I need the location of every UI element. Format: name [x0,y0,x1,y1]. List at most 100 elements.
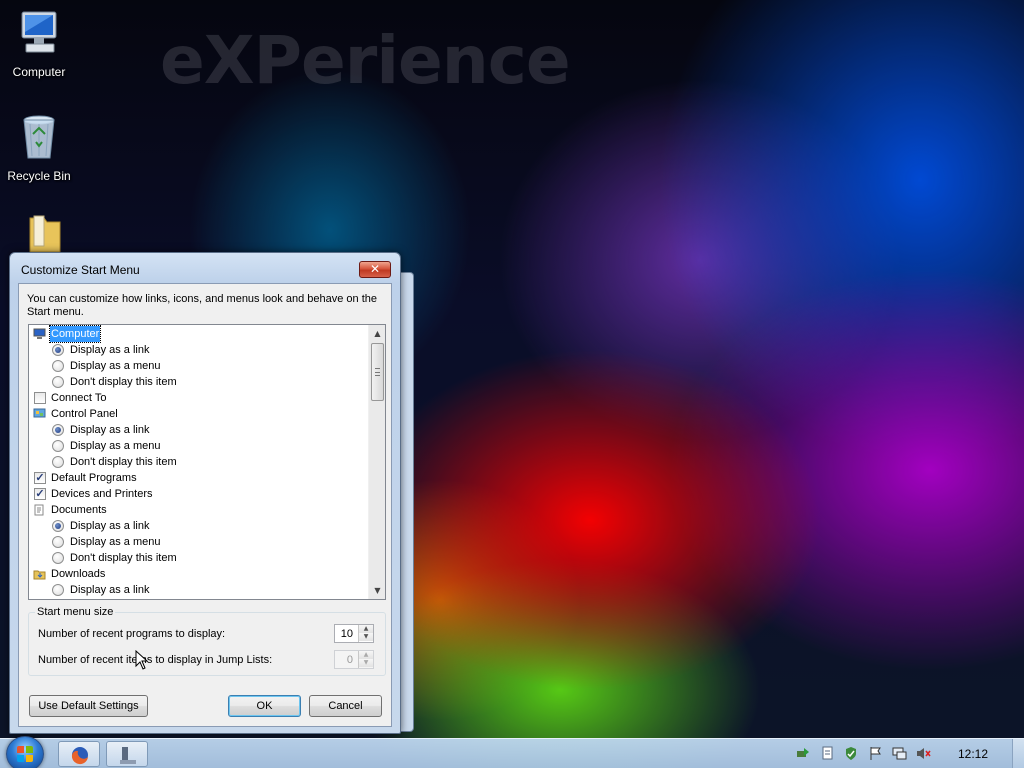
use-default-settings-button[interactable]: Use Default Settings [29,695,148,717]
radio-icon[interactable] [52,536,64,548]
radio-label: Display as a link [70,344,150,356]
option-checkbox-row[interactable]: Connect To [29,390,369,406]
title-bar[interactable]: Customize Start Menu ✕ [10,253,400,283]
grip-icon [375,368,380,376]
start-button[interactable] [6,736,44,768]
desktop-icon-recycle-bin[interactable]: Recycle Bin [2,112,76,183]
option-header[interactable]: Documents [29,502,369,518]
option-radio-row[interactable]: Display as a menu [29,534,369,550]
option-radio-row[interactable]: Display as a menu [29,438,369,454]
radio-icon[interactable] [52,584,64,596]
scroll-thumb[interactable] [371,343,384,401]
checkbox-label: Devices and Printers [51,488,153,500]
group-legend: Start menu size [35,606,116,618]
option-header-label: Control Panel [51,408,118,420]
stepper-down-icon[interactable]: ▼ [359,633,373,641]
option-checkbox-row[interactable]: ✓ Devices and Printers [29,486,369,502]
downloads-icon [33,568,46,580]
option-header[interactable]: Control Panel [29,406,369,422]
options-rows: Computer Display as a link Display as a me… [29,325,369,598]
stepper-down-icon[interactable]: ▼ [359,659,373,667]
document-icon[interactable] [820,746,835,761]
radio-icon[interactable] [52,360,64,372]
radio-label: Display as a link [70,520,150,532]
radio-label: Display as a menu [70,440,161,452]
radio-label: Display as a link [70,584,150,596]
checkbox-checked-icon[interactable]: ✓ [34,488,46,500]
option-radio-row[interactable]: Display as a link [29,342,369,358]
checkbox-icon[interactable] [34,392,46,404]
option-radio-row[interactable]: Don't display this item [29,454,369,470]
jump-list-value[interactable]: 0 [347,654,353,666]
vertical-scrollbar[interactable]: ▲ ▼ [368,325,385,599]
dialog-title: Customize Start Menu [21,263,140,277]
radio-label: Don't display this item [70,456,177,468]
option-radio-row[interactable]: Don't display this item [29,374,369,390]
radio-label: Don't display this item [70,552,177,564]
checkbox-checked-icon[interactable]: ✓ [34,472,46,484]
desktop-watermark: eXPerience [160,22,571,99]
jump-list-label: Number of recent items to display in Jum… [38,654,273,666]
security-icon[interactable] [844,746,859,761]
taskbar-clock[interactable]: 12:12 [958,747,988,761]
display-icon[interactable] [892,746,907,761]
documents-icon [33,504,46,516]
checkbox-label: Connect To [51,392,107,404]
option-radio-row[interactable]: Display as a link [29,518,369,534]
radio-icon[interactable] [52,376,64,388]
cancel-button[interactable]: Cancel [309,695,382,717]
recycle-bin-icon [23,115,55,159]
show-desktop-button[interactable] [1012,739,1024,768]
radio-icon[interactable] [52,552,64,564]
recent-programs-label: Number of recent programs to display: [38,628,226,640]
taskbar-firefox-button[interactable] [58,741,100,767]
desktop-icon-label: Computer [12,65,66,79]
radio-selected-icon[interactable] [52,344,64,356]
radio-label: Display as a menu [70,536,161,548]
option-checkbox-row[interactable]: ✓ Default Programs [29,470,369,486]
recent-programs-stepper[interactable]: 10 ▲ ▼ [334,624,374,643]
radio-selected-icon[interactable] [52,520,64,532]
option-radio-row[interactable]: Don't display this item [29,550,369,566]
scroll-down-arrow-icon[interactable]: ▼ [369,582,385,599]
desktop-icon-folder[interactable] [2,214,76,257]
option-radio-row[interactable]: Display as a link [29,422,369,438]
close-icon: ✕ [369,262,381,276]
taskbar-app-button[interactable] [106,741,148,767]
action-center-flag-icon[interactable] [868,746,883,761]
jump-list-stepper[interactable]: 0 ▲ ▼ [334,650,374,669]
folder-icon [29,215,61,253]
checkbox-label: Default Programs [51,472,137,484]
desktop-icon-label: Recycle Bin [7,169,71,183]
taskbar: 12:12 [0,736,1024,768]
option-header-label: Computer [48,325,102,343]
start-menu-size-group: Start menu size Number of recent program… [28,606,386,676]
stepper-up-icon[interactable]: ▲ [359,651,373,659]
radio-label: Display as a link [70,424,150,436]
control-panel-icon [33,408,46,420]
radio-selected-icon[interactable] [52,424,64,436]
ok-button[interactable]: OK [228,695,301,717]
desktop-icon-computer[interactable]: Computer [2,8,76,79]
start-menu-options-list[interactable]: Computer Display as a link Display as a me… [28,324,386,600]
intro-text: You can customize how links, icons, and … [27,293,377,318]
volume-muted-icon[interactable] [916,746,931,761]
stepper-up-icon[interactable]: ▲ [359,625,373,633]
option-radio-row[interactable]: Display as a menu [29,358,369,374]
radio-icon[interactable] [52,456,64,468]
option-header-label: Documents [51,504,107,516]
app-icon [120,747,136,764]
option-header[interactable]: Downloads [29,566,369,582]
computer-icon [21,11,57,53]
option-radio-row[interactable]: Display as a link [29,582,369,598]
stepper-buttons[interactable]: ▲ ▼ [358,625,373,642]
radio-icon[interactable] [52,440,64,452]
mouse-cursor-icon [135,650,149,670]
scroll-up-arrow-icon[interactable]: ▲ [369,325,385,342]
close-button[interactable]: ✕ [359,261,391,278]
firefox-icon [71,747,88,765]
stepper-buttons[interactable]: ▲ ▼ [358,651,373,668]
option-header[interactable]: Computer [29,325,369,343]
recent-programs-value[interactable]: 10 [341,628,353,640]
network-icon[interactable] [796,746,811,761]
